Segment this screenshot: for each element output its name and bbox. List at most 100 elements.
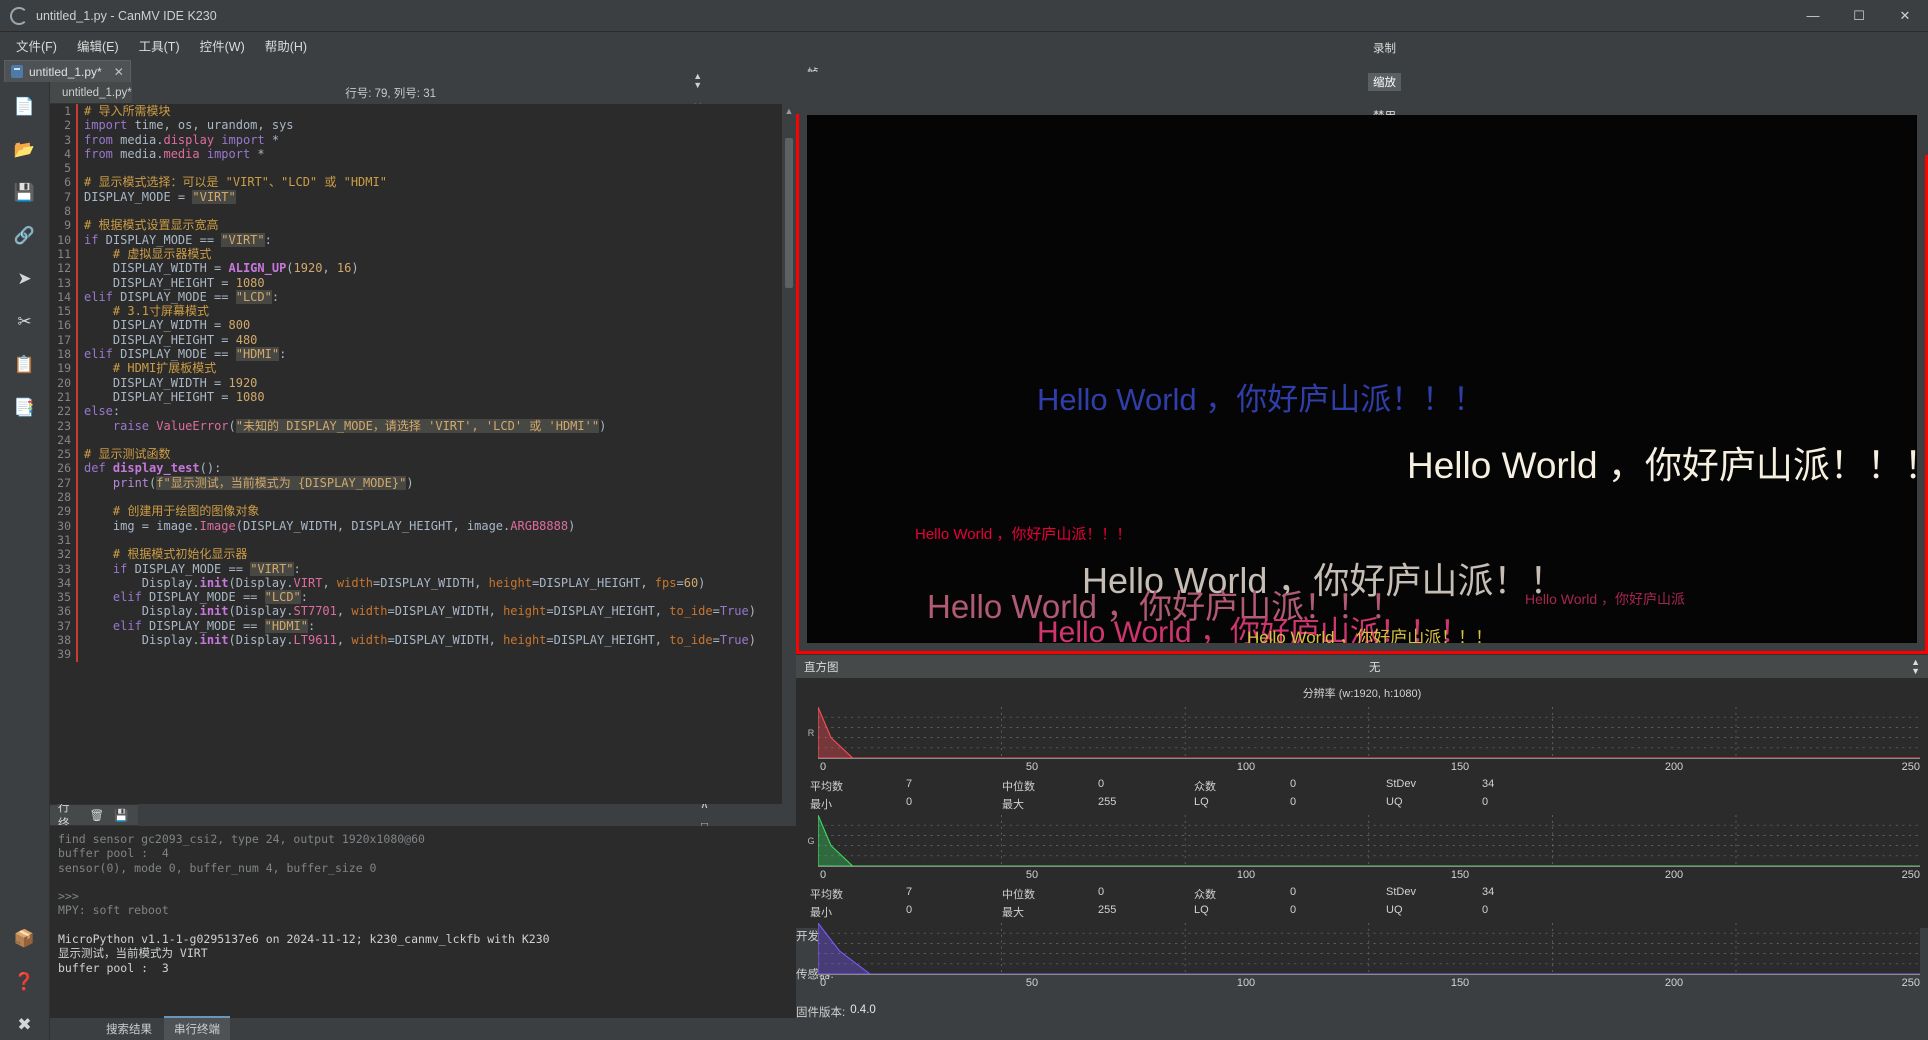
stat-pair: LQ 0 (1194, 796, 1386, 812)
code-editor[interactable]: 1 # 导入所需模块 2 import time, os, urandom, sys 3… (50, 104, 782, 804)
line-number: 28 (50, 490, 76, 505)
maximize-button[interactable]: ☐ (1836, 0, 1882, 31)
cut-icon[interactable]: ✂ (10, 307, 40, 337)
code-line[interactable]: 25 # 显示测试函数 (50, 447, 782, 462)
code-line[interactable]: 20 DISPLAY_WIDTH = 1920 (50, 375, 782, 390)
record-button[interactable]: 录制 (1368, 39, 1401, 57)
code-line[interactable]: 39 (50, 647, 782, 662)
framebuffer-view[interactable]: Hello World ，你好庐山派！！！ Hello World ，你好庐山派！… (807, 115, 1917, 643)
code-line[interactable]: 11 # 虚拟显示器模式 (50, 246, 782, 262)
code-line[interactable]: 13 DISPLAY_HEIGHT = 1080 (50, 275, 782, 290)
code-line[interactable]: 9 # 根据模式设置显示宽高 (50, 218, 782, 233)
open-file-icon[interactable]: 📂 (10, 135, 40, 165)
code-line[interactable]: 4 from media.media import * (50, 146, 782, 162)
paste-icon[interactable]: 📑 (10, 393, 40, 423)
code-line[interactable]: 30 img = image.Image(DISPLAY_WIDTH, DISP… (50, 518, 782, 533)
histogram-axis: 0 50 100 150 200 250 (804, 975, 1920, 993)
code-line[interactable]: 37 elif DISPLAY_MODE == "HDMI": (50, 618, 782, 633)
code-line[interactable]: 1 # 导入所需模块 (50, 104, 782, 119)
bottom-tab-1[interactable]: 搜索结果 (96, 1018, 162, 1040)
code-line[interactable]: 5 (50, 161, 782, 176)
minimize-button[interactable]: — (1790, 0, 1836, 31)
axis-tick: 0 (820, 761, 827, 773)
framebuffer-text: Hello World ，你好庐山派！！！ (1407, 445, 1917, 486)
code-line[interactable]: 12 DISPLAY_WIDTH = ALIGN_UP(1920, 16) (50, 261, 782, 276)
code-line[interactable]: 7 DISPLAY_MODE = "VIRT" (50, 189, 782, 205)
code-line[interactable]: 29 # 创建用于绘图的图像对象 (50, 504, 782, 519)
code-line[interactable]: 28 (50, 490, 782, 505)
help-icon[interactable]: ❓ (10, 967, 40, 997)
updown-arrows-icon[interactable]: ▲ ▼ (693, 71, 702, 90)
code-line[interactable]: 26 def display_test(): (50, 461, 782, 476)
close-icon[interactable]: ✕ (114, 65, 124, 79)
line-number: 38 (50, 632, 76, 648)
code-line[interactable]: 19 # HDMI扩展板模式 (50, 361, 782, 376)
code-line[interactable]: 6 # 显示模式选择：可以是 "VIRT"、"LCD" 或 "HDMI" (50, 175, 782, 190)
clear-icon[interactable]: 🗑 (90, 808, 105, 822)
code-line[interactable]: 31 (50, 532, 782, 548)
save-file-icon[interactable]: 💾 (10, 178, 40, 208)
cursor-position: 行号: 79, 列号: 31 (345, 87, 436, 100)
line-number: 37 (50, 618, 76, 633)
code-line[interactable]: 16 DISPLAY_WIDTH = 800 (50, 318, 782, 333)
code-line[interactable]: 24 (50, 432, 782, 448)
code-line[interactable]: 34 Display.init(Display.VIRT, width=DISP… (50, 575, 782, 591)
stat-value: 0 (1290, 778, 1297, 790)
code-text: img = image.Image(DISPLAY_WIDTH, DISPLAY… (84, 518, 576, 533)
code-line[interactable]: 38 Display.init(Display.LT9611, width=DI… (50, 632, 782, 648)
code-line[interactable]: 2 import time, os, urandom, sys (50, 118, 782, 133)
code-line[interactable]: 14 elif DISPLAY_MODE == "LCD": (50, 289, 782, 305)
code-line[interactable]: 23 raise ValueError("未知的 DISPLAY_MODE，请选… (50, 418, 782, 433)
code-line[interactable]: 8 (50, 204, 782, 219)
scrollbar-thumb[interactable] (785, 138, 793, 288)
close-button[interactable]: ✕ (1882, 0, 1928, 31)
menu-edit[interactable]: 编辑(E) (67, 33, 129, 58)
line-number: 27 (50, 475, 76, 491)
terminal-line: >>> (58, 889, 79, 904)
new-file-icon[interactable]: 📄 (10, 92, 40, 122)
stat-value: 34 (1482, 778, 1495, 790)
code-line[interactable]: 33 if DISPLAY_MODE == "VIRT": (50, 561, 782, 576)
menu-tools[interactable]: 工具(T) (129, 33, 190, 58)
terminal-output[interactable]: find sensor gc2093_csi2, type 24, output… (50, 826, 796, 1018)
package-icon[interactable]: 📦 (10, 924, 40, 954)
run-icon[interactable]: ➤ (10, 264, 40, 294)
menu-help[interactable]: 帮助(H) (255, 33, 317, 58)
histogram-channel-R: R 0 50 100 150 200 250 平均数 7 中位数 0 众数 0 StDev 34 最小 0 最大 2… (804, 706, 1920, 813)
save-icon[interactable]: 💾 (114, 808, 128, 822)
code-line[interactable]: 21 DISPLAY_HEIGHT = 1080 (50, 389, 782, 405)
code-line[interactable]: 36 Display.init(Display.ST7701, width=DI… (50, 604, 782, 619)
copy-icon[interactable]: 📋 (10, 350, 40, 380)
connect-icon[interactable]: 🔗 (10, 221, 40, 251)
stat-value: 255 (1098, 904, 1117, 916)
file-tab-untitled[interactable]: untitled_1.py* ✕ (4, 60, 131, 82)
stop-icon[interactable]: ✖ (10, 1010, 40, 1040)
axis-tick: 150 (1450, 977, 1470, 989)
code-line[interactable]: 27 print(f"显示测试，当前模式为 {DISPLAY_MODE}") (50, 475, 782, 491)
stat-key: StDev (1386, 778, 1416, 790)
editor-scrollbar[interactable]: ▲ (782, 104, 796, 804)
menu-widgets[interactable]: 控件(W) (190, 33, 255, 58)
code-line[interactable]: 15 # 3.1寸屏幕模式 (50, 304, 782, 319)
axis-tick: 50 (1025, 977, 1039, 989)
scroll-up-icon[interactable]: ▲ (785, 104, 794, 118)
code-line[interactable]: 32 # 根据模式初始化显示器 (50, 547, 782, 562)
code-line[interactable]: 17 DISPLAY_HEIGHT = 480 (50, 332, 782, 348)
file-tab-label: untitled_1.py* (29, 64, 102, 79)
zoom-button[interactable]: 缩放 (1368, 73, 1401, 91)
code-text: DISPLAY_WIDTH = 800 (84, 318, 251, 333)
histogram-body: 分辨率 (w:1920, h:1080) R 0 50 100 150 200 250 平均数… (796, 678, 1928, 1016)
code-line[interactable]: 3 from media.display import * (50, 132, 782, 147)
stat-pair: LQ 0 (1194, 904, 1386, 920)
menu-file[interactable]: 文件(F) (6, 33, 67, 58)
code-line[interactable]: 22 else: (50, 404, 782, 419)
code-line[interactable]: 35 elif DISPLAY_MODE == "LCD": (50, 590, 782, 605)
updown-arrows-icon[interactable]: ▲ ▼ (1911, 657, 1920, 676)
code-line[interactable]: 10 if DISPLAY_MODE == "VIRT": (50, 232, 782, 247)
code-line[interactable]: 18 elif DISPLAY_MODE == "HDMI": (50, 347, 782, 362)
bottom-tab-2[interactable]: 串行终端 (164, 1016, 230, 1040)
line-number: 2 (50, 118, 76, 133)
axis-tick: 0 (820, 977, 827, 989)
